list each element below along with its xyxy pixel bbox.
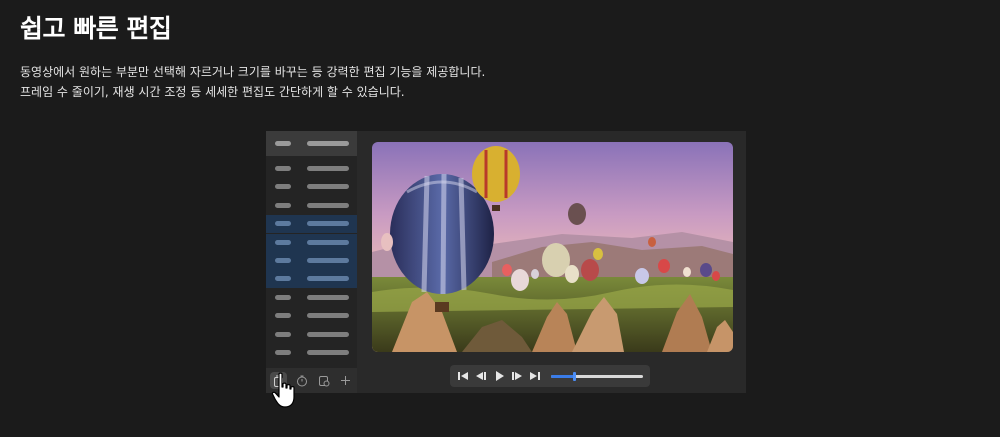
header-placeholder-short bbox=[275, 141, 291, 146]
frame-list-item[interactable] bbox=[266, 270, 357, 289]
description: 동영상에서 원하는 부분만 선택해 자르거나 크기를 바꾸는 등 강력한 편집 … bbox=[20, 62, 485, 102]
description-line-2: 프레임 수 줄이기, 재생 시간 조정 등 세세한 편집도 간단하게 할 수 있… bbox=[20, 85, 405, 99]
frame-number-placeholder bbox=[275, 221, 291, 227]
frame-list-item[interactable] bbox=[266, 178, 357, 196]
frame-list-item[interactable] bbox=[266, 307, 357, 325]
video-preview bbox=[372, 142, 733, 352]
frame-number-placeholder bbox=[275, 202, 291, 208]
skip-to-start-icon[interactable] bbox=[456, 369, 470, 383]
hand-pointer-icon bbox=[271, 372, 295, 408]
timer-icon bbox=[296, 375, 307, 386]
frame-list-item[interactable] bbox=[266, 344, 357, 362]
frame-list-item[interactable] bbox=[266, 233, 357, 252]
frame-duration-button[interactable] bbox=[315, 372, 332, 389]
frame-duration-placeholder bbox=[307, 202, 349, 208]
header-placeholder-long bbox=[307, 141, 349, 146]
playback-scrubber[interactable] bbox=[551, 372, 643, 381]
frame-number-placeholder bbox=[275, 313, 291, 319]
frame-number-placeholder bbox=[275, 166, 291, 171]
frame-list-item[interactable] bbox=[266, 215, 357, 234]
frame-duration-placeholder bbox=[307, 184, 349, 190]
frame-number-placeholder bbox=[275, 258, 291, 263]
frame-list-item[interactable] bbox=[266, 326, 357, 344]
add-frame-button[interactable] bbox=[337, 372, 354, 389]
frame-duration-placeholder bbox=[307, 331, 349, 337]
frame-list-item[interactable] bbox=[266, 289, 357, 307]
frame-duration-placeholder bbox=[307, 221, 349, 227]
frame-number-placeholder bbox=[275, 294, 291, 300]
frame-number-placeholder bbox=[275, 331, 291, 337]
playback-progress bbox=[551, 375, 574, 378]
description-line-1: 동영상에서 원하는 부분만 선택해 자르거나 크기를 바꾸는 등 강력한 편집 … bbox=[20, 65, 486, 79]
frame-duration-placeholder bbox=[307, 350, 349, 355]
frame-duration-placeholder bbox=[307, 294, 349, 300]
frame-number-placeholder bbox=[275, 184, 291, 190]
add-icon bbox=[341, 376, 350, 385]
step-back-icon[interactable] bbox=[474, 369, 488, 383]
page-title: 쉽고 빠른 편집 bbox=[20, 14, 172, 43]
play-icon[interactable] bbox=[492, 369, 506, 383]
editor-mockup bbox=[266, 131, 746, 393]
frame-list-item[interactable] bbox=[266, 197, 357, 215]
skip-to-end-icon[interactable] bbox=[528, 369, 542, 383]
step-forward-icon[interactable] bbox=[510, 369, 524, 383]
preview-image bbox=[372, 142, 733, 352]
frame-duration-placeholder bbox=[307, 313, 349, 319]
frame-number-placeholder bbox=[275, 276, 291, 282]
frame-sidebar bbox=[266, 131, 357, 393]
frame-duration-placeholder bbox=[307, 258, 349, 263]
scrubber-handle[interactable] bbox=[573, 372, 576, 381]
frame-number-placeholder bbox=[275, 350, 291, 355]
frame-number-placeholder bbox=[275, 239, 291, 245]
playback-controls bbox=[450, 365, 650, 387]
frame-list-header bbox=[266, 131, 357, 156]
frame-duration-placeholder bbox=[307, 166, 349, 171]
frame-duration-icon bbox=[318, 375, 329, 386]
frame-duration-placeholder bbox=[307, 239, 349, 245]
frame-list-item[interactable] bbox=[266, 160, 357, 178]
frame-duration-placeholder bbox=[307, 276, 349, 282]
frame-list-item[interactable] bbox=[266, 252, 357, 270]
